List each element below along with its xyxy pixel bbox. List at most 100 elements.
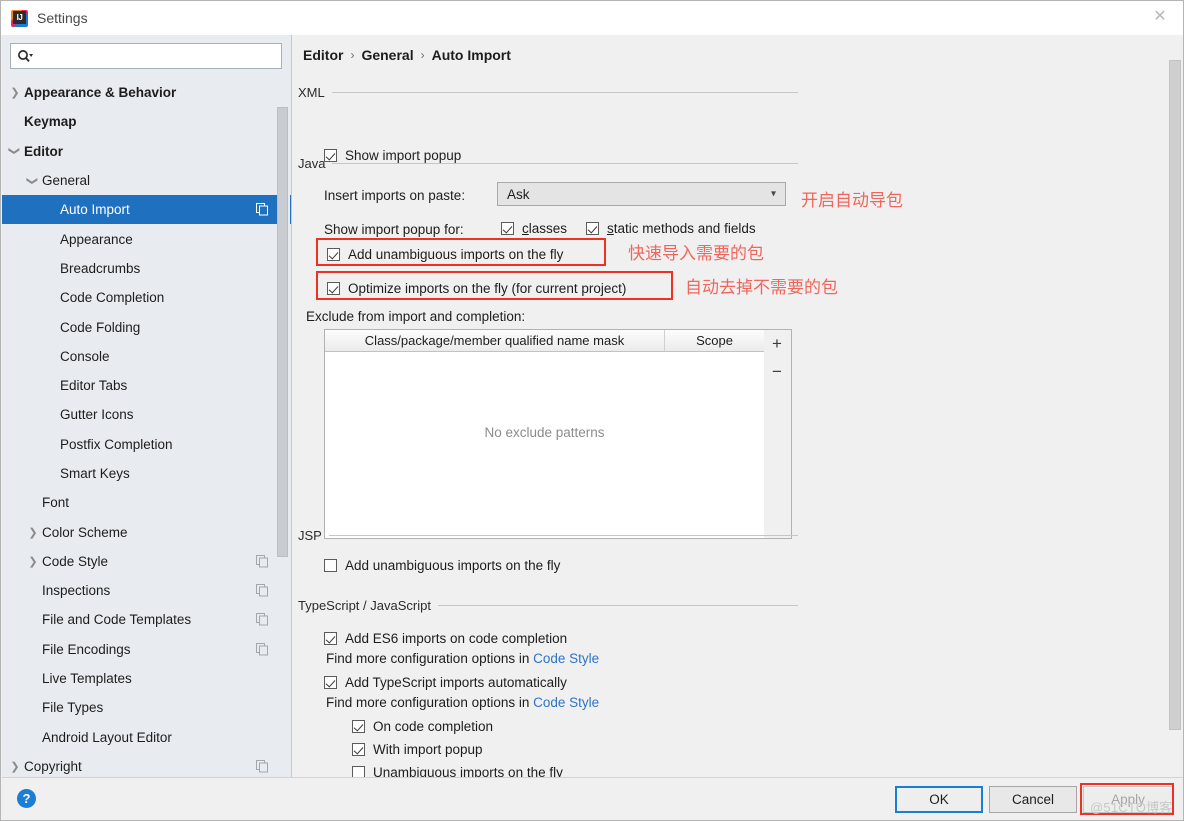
sidebar-item-postfix-completion[interactable]: Postfix Completion [2, 430, 291, 459]
sidebar-item-file-encodings[interactable]: File Encodings [2, 635, 291, 664]
sidebar-item-color-scheme[interactable]: ❯ Color Scheme [2, 517, 291, 546]
link-code-style[interactable]: Code Style [533, 651, 599, 666]
checkbox-on-code-completion[interactable]: On code completion [352, 719, 493, 734]
content-scrollbar-track[interactable] [1168, 35, 1183, 780]
table-column-header-scope[interactable]: Scope [665, 330, 764, 351]
checkbox-box[interactable] [586, 222, 599, 235]
chevron-right-icon: › [350, 48, 355, 62]
chevron-right-icon[interactable]: ❯ [26, 554, 40, 568]
cancel-button[interactable]: Cancel [989, 786, 1077, 813]
content-scrollbar-thumb[interactable] [1169, 60, 1181, 730]
sidebar-item-appearance[interactable]: Appearance [2, 224, 291, 253]
checkbox-add-typescript-imports[interactable]: Add TypeScript imports automatically [324, 675, 567, 690]
section-rule [437, 605, 798, 606]
sidebar-item-label: Appearance & Behavior [24, 85, 177, 101]
search-field[interactable] [10, 43, 282, 69]
copy-settings-icon[interactable] [256, 613, 269, 626]
help-icon[interactable]: ? [17, 789, 36, 808]
sidebar-item-editor[interactable]: ❯ Editor [2, 137, 291, 166]
chevron-down-icon[interactable]: ❯ [26, 174, 40, 188]
ok-button[interactable]: OK [895, 786, 983, 813]
copy-settings-icon[interactable] [256, 642, 269, 656]
sidebar-item-label: Postfix Completion [60, 436, 173, 452]
settings-window: Settings ✕ ❯Appearance & BehaviorKeymap❯… [0, 0, 1184, 821]
checkbox-label: On code completion [373, 719, 494, 734]
checkbox-label: With import popup [373, 742, 483, 757]
checkbox-box[interactable] [324, 559, 337, 572]
sidebar-item-code-folding[interactable]: Code Folding [2, 312, 291, 341]
checkbox-label: classes [522, 221, 567, 236]
mnemonic-letter: s [607, 221, 614, 236]
label-rest: tatic methods and fields [613, 221, 756, 236]
table-side-toolbar: + − [764, 329, 792, 539]
sidebar-item-font[interactable]: Font [2, 488, 291, 517]
checkbox-add-unambiguous-imports-jsp[interactable]: Add unambiguous imports on the fly [324, 558, 560, 573]
sidebar-item-label: Appearance [60, 231, 133, 247]
close-icon[interactable]: ✕ [1137, 1, 1183, 33]
sidebar-item-inspections[interactable]: Inspections [2, 576, 291, 605]
sidebar-item-editor-tabs[interactable]: Editor Tabs [2, 371, 291, 400]
sidebar-item-live-templates[interactable]: Live Templates [2, 664, 291, 693]
exclude-patterns-table[interactable]: Class/package/member qualified name mask… [324, 329, 765, 539]
sidebar-item-appearance-behavior[interactable]: ❯ Appearance & Behavior [2, 78, 291, 107]
copy-settings-icon[interactable] [256, 554, 269, 568]
section-title-xml: XML [298, 85, 325, 100]
breadcrumb-item-general[interactable]: General [361, 47, 413, 63]
hint-code-style-1: Find more configuration options in Code … [326, 651, 599, 666]
add-pattern-button[interactable]: + [764, 330, 790, 358]
chevron-down-icon[interactable]: ❯ [8, 144, 22, 158]
sidebar-item-file-and-code-templates[interactable]: File and Code Templates [2, 605, 291, 634]
chevron-down-icon: ▾ [770, 188, 776, 200]
sidebar-item-label: Editor Tabs [60, 378, 128, 394]
window-title: Settings [37, 10, 88, 26]
settings-tree[interactable]: ❯ Appearance & Behavior Keymap ❯ Editor ❯ Gene… [2, 78, 291, 778]
chevron-right-icon[interactable]: ❯ [26, 525, 40, 539]
search-input[interactable] [37, 46, 277, 66]
sidebar-scrollbar-track[interactable] [277, 78, 290, 778]
checkbox-classes[interactable]: classes [501, 221, 567, 236]
sidebar-scrollbar-thumb[interactable] [277, 107, 288, 557]
remove-pattern-button[interactable]: − [764, 358, 790, 386]
sidebar-item-copyright[interactable]: ❯ Copyright [2, 752, 291, 778]
breadcrumb-item-editor[interactable]: Editor [303, 47, 343, 63]
sidebar-item-label: General [42, 173, 91, 189]
table-column-header-mask[interactable]: Class/package/member qualified name mask [325, 330, 665, 351]
link-code-style[interactable]: Code Style [533, 695, 599, 710]
checkbox-box[interactable] [324, 632, 337, 645]
sidebar-item-android-layout-editor[interactable]: Android Layout Editor [2, 723, 291, 752]
section-rule [328, 535, 798, 536]
checkbox-box[interactable] [501, 222, 514, 235]
copy-settings-icon[interactable] [256, 584, 269, 597]
sidebar-item-console[interactable]: Console [2, 342, 291, 371]
checkbox-static-methods-and-fields[interactable]: static methods and fields [586, 221, 756, 236]
sidebar-item-code-completion[interactable]: Code Completion [2, 283, 291, 312]
checkbox-box[interactable] [352, 720, 365, 733]
copy-settings-icon[interactable] [256, 203, 269, 216]
chevron-right-icon[interactable]: ❯ [8, 759, 22, 773]
copy-settings-icon[interactable] [256, 759, 269, 773]
sidebar-item-gutter-icons[interactable]: Gutter Icons [2, 400, 291, 429]
sidebar-item-general[interactable]: ❯ General [2, 166, 291, 195]
insert-imports-on-paste-select[interactable]: Ask ▾ [497, 182, 786, 206]
chevron-right-icon[interactable]: ❯ [8, 86, 22, 100]
checkbox-box[interactable] [352, 743, 365, 756]
sidebar-item-label: File Types [42, 700, 104, 716]
checkbox-add-es6-imports[interactable]: Add ES6 imports on code completion [324, 631, 567, 646]
sidebar-item-file-types[interactable]: File Types [2, 693, 291, 722]
checkbox-box[interactable] [324, 676, 337, 689]
sidebar-item-keymap[interactable]: Keymap [2, 107, 291, 136]
sidebar-item-code-style[interactable]: ❯ Code Style [2, 547, 291, 576]
sidebar-item-breadcrumbs[interactable]: Breadcrumbs [2, 254, 291, 283]
sidebar-item-smart-keys[interactable]: Smart Keys [2, 459, 291, 488]
checkbox-with-import-popup[interactable]: With import popup [352, 742, 483, 757]
hint-code-style-2: Find more configuration options in Code … [326, 695, 599, 710]
sidebar-item-label: Code Style [42, 553, 109, 569]
sidebar-item-auto-import[interactable]: Auto Import [2, 195, 291, 225]
annotation-note-3: 自动去掉不需要的包 [685, 278, 838, 297]
